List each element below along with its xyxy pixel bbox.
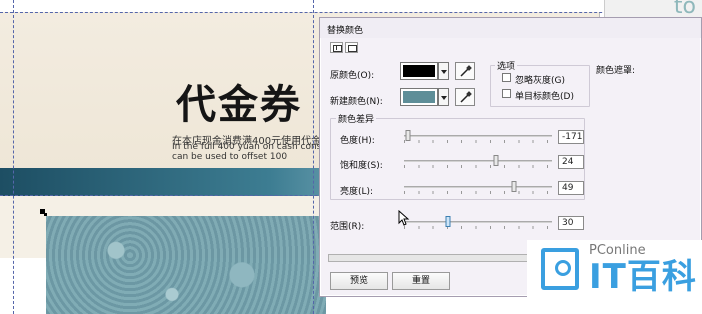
new-color-eyedropper[interactable] <box>455 88 475 106</box>
coupon-title: 代金券 <box>176 81 302 128</box>
dialog-title: 替换颜色 <box>327 26 364 36</box>
single-target-checkbox[interactable] <box>502 89 511 98</box>
magnifier-logo-icon <box>541 248 579 290</box>
watermark-brand: PConline <box>589 243 646 258</box>
selection-handle[interactable] <box>44 213 47 216</box>
hue-slider-track <box>404 135 552 137</box>
guide-line-horizontal[interactable] <box>0 12 702 13</box>
range-slider[interactable] <box>404 216 552 230</box>
guide-line-vertical[interactable] <box>13 0 14 314</box>
lightness-slider-track <box>404 186 552 188</box>
single-view-button[interactable] <box>345 42 358 53</box>
new-color-label: 新建颜色(N): <box>330 97 383 107</box>
range-input[interactable]: 30 <box>558 216 584 230</box>
saturation-slider-thumb[interactable] <box>493 155 499 166</box>
saturation-slider-ticks <box>404 165 552 168</box>
saturation-slider[interactable] <box>404 155 552 169</box>
guide-line-vertical[interactable] <box>313 0 314 314</box>
saturation-slider-track <box>404 160 552 162</box>
range-label: 范围(R): <box>330 222 365 232</box>
pconline-watermark: PConline IT百科 <box>527 240 702 314</box>
original-color-fill <box>403 65 435 77</box>
hue-input[interactable]: -171 <box>558 130 584 144</box>
hue-label: 色度(H): <box>340 136 375 146</box>
options-group-label: 选项 <box>495 59 518 72</box>
original-color-eyedropper[interactable] <box>455 62 475 80</box>
lightness-slider-ticks <box>404 191 552 194</box>
lightness-input[interactable]: 49 <box>558 181 584 195</box>
hue-slider[interactable] <box>404 130 552 144</box>
hue-slider-ticks <box>404 140 552 143</box>
original-color-label: 原颜色(O): <box>330 71 375 81</box>
lightness-label: 亮度(L): <box>340 187 374 197</box>
ignore-gray-checkbox[interactable] <box>502 73 511 82</box>
range-slider-thumb[interactable] <box>445 216 451 227</box>
watermark-name: IT百科 <box>589 257 697 297</box>
floral-pattern-image[interactable] <box>46 216 326 314</box>
eyedropper-icon <box>460 91 472 103</box>
saturation-label: 饱和度(S): <box>340 161 383 171</box>
hue-slider-thumb[interactable] <box>405 130 411 141</box>
dialog-titlebar[interactable]: 替换颜色 <box>320 18 701 38</box>
saturation-input[interactable]: 24 <box>558 155 584 169</box>
mouse-cursor-icon <box>398 210 410 226</box>
new-color-swatch[interactable] <box>400 88 438 106</box>
lightness-slider[interactable] <box>404 181 552 195</box>
eyedropper-icon <box>460 65 472 77</box>
single-target-label: 单目标颜色(D) <box>515 92 574 102</box>
view-mode-buttons <box>330 42 358 53</box>
new-color-fill <box>403 91 435 103</box>
original-color-dropdown[interactable] <box>438 62 449 80</box>
color-mask-label: 颜色遮罩: <box>596 66 636 76</box>
color-difference-label: 颜色差异 <box>336 112 377 125</box>
ignore-gray-label: 忽略灰度(G) <box>515 76 565 86</box>
preview-button[interactable]: 预览 <box>330 272 388 290</box>
range-slider-track <box>404 221 552 223</box>
new-color-dropdown[interactable] <box>438 88 449 106</box>
split-view-button[interactable] <box>330 42 343 53</box>
progress-bar <box>328 254 560 262</box>
range-slider-ticks <box>404 226 552 229</box>
original-color-swatch[interactable] <box>400 62 438 80</box>
lightness-slider-thumb[interactable] <box>511 181 517 192</box>
reset-button[interactable]: 重置 <box>392 272 450 290</box>
